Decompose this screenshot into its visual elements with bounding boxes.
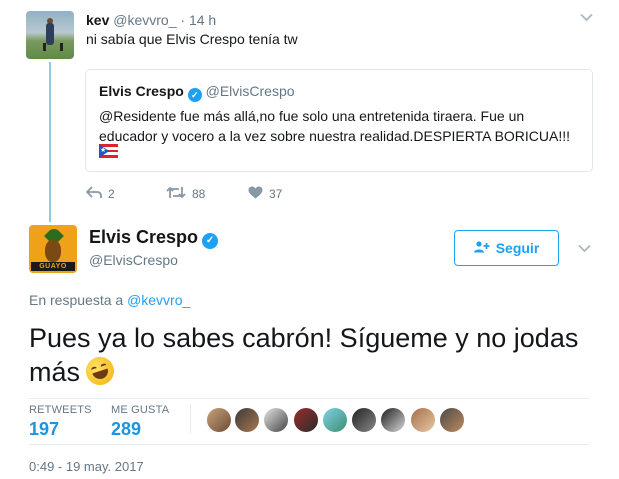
liker-avatar[interactable]	[264, 408, 288, 432]
puerto-rico-flag-icon: ★	[99, 144, 118, 158]
main-author-avatar[interactable]: GUAYO	[29, 225, 77, 273]
chevron-down-icon[interactable]	[578, 240, 591, 258]
add-user-icon	[473, 240, 490, 256]
like-count: 37	[269, 187, 283, 201]
main-author-name-row[interactable]: Elvis Crespo ✓	[89, 227, 219, 249]
reply-to-handle-link[interactable]: @kevvro_	[127, 292, 190, 308]
reply-action[interactable]: 2	[85, 186, 115, 202]
liker-avatar[interactable]	[323, 408, 347, 432]
main-author-handle[interactable]: @ElvisCrespo	[89, 252, 178, 268]
quoted-tweet-card[interactable]: Elvis Crespo ✓ @ElvisCrespo @Residente f…	[85, 69, 593, 172]
reply-context-prefix: En respuesta a	[29, 292, 124, 308]
quoted-author-handle: @ElvisCrespo	[205, 83, 295, 99]
main-tweet-text-block: Pues ya lo sabes cabrón! Sígueme y no jo…	[29, 321, 599, 389]
liker-avatar[interactable]	[207, 408, 231, 432]
chevron-down-icon[interactable]	[580, 10, 593, 25]
verified-badge-icon: ✓	[187, 88, 202, 102]
quoted-tweet-text: @Residente fue más allá,no fue solo una …	[99, 108, 571, 144]
liker-avatar[interactable]	[411, 408, 435, 432]
retweet-action[interactable]: 88	[166, 186, 205, 202]
main-author-name[interactable]: Elvis Crespo	[89, 227, 198, 247]
liker-avatar[interactable]	[235, 408, 259, 432]
liker-avatar[interactable]	[352, 408, 376, 432]
reply-icon	[85, 186, 102, 202]
parent-tweet-time[interactable]: 14 h	[189, 12, 216, 28]
rolling-on-floor-laughing-emoji-icon	[82, 353, 118, 389]
parent-author-name[interactable]: kev	[86, 12, 109, 28]
follow-button[interactable]: Seguir	[454, 230, 559, 266]
liker-avatar[interactable]	[381, 408, 405, 432]
retweet-count: 88	[192, 187, 206, 201]
parent-avatar[interactable]	[26, 11, 74, 59]
thread-connector-line	[49, 62, 51, 222]
liker-avatar[interactable]	[440, 408, 464, 432]
stats-top-divider	[29, 398, 589, 399]
liker-avatar[interactable]	[294, 408, 318, 432]
likes-stat[interactable]: ME GUSTA 289	[111, 404, 169, 440]
like-action[interactable]: 37	[248, 186, 282, 202]
follow-button-label: Seguir	[495, 240, 540, 256]
stats-vertical-divider	[190, 404, 191, 434]
retweets-value: 197	[29, 419, 60, 439]
parent-tweet-header: kev @kevvro_ · 14 h	[86, 11, 216, 29]
retweets-stat[interactable]: RETWEETS 197	[29, 404, 92, 440]
likes-label: ME GUSTA	[111, 404, 170, 416]
reply-context: En respuesta a @kevvro_	[29, 292, 190, 308]
verified-badge-icon: ✓	[202, 233, 219, 249]
reply-count: 2	[108, 187, 115, 201]
tweet-timestamp[interactable]: 0:49 - 19 may. 2017	[29, 459, 144, 474]
parent-tweet-text: ni sabía que Elvis Crespo tenía tw	[86, 31, 298, 47]
header-separator: ·	[180, 12, 186, 28]
quoted-tweet-header: Elvis Crespo ✓ @ElvisCrespo	[99, 83, 295, 102]
avatar-logo-text: GUAYO	[31, 262, 75, 271]
parent-author-handle[interactable]: @kevvro_	[113, 12, 176, 28]
heart-icon	[248, 186, 263, 202]
stats-bottom-divider	[29, 444, 589, 445]
retweet-icon	[166, 186, 186, 202]
likes-value: 289	[111, 419, 142, 439]
retweets-label: RETWEETS	[29, 404, 92, 416]
quoted-author-name: Elvis Crespo	[99, 83, 184, 99]
